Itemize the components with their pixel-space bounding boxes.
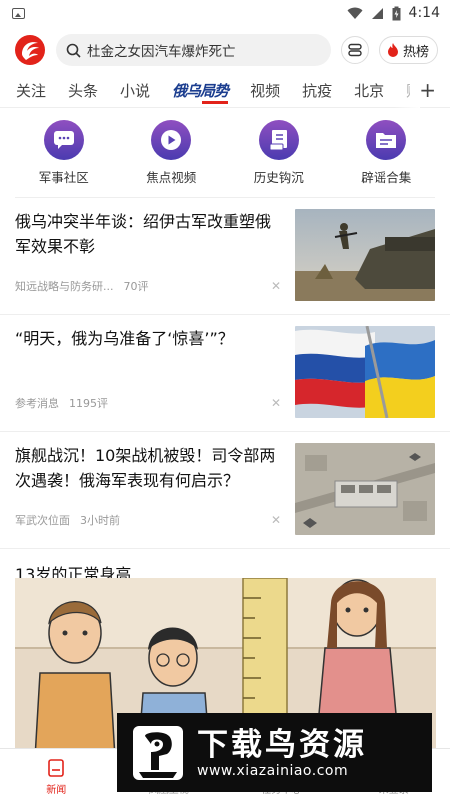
news-meta: 军武次位面 3小时前 ✕ (15, 512, 281, 528)
tab-follow[interactable]: 关注 (16, 80, 46, 101)
clock: 4:14 (408, 5, 440, 21)
news-icon (48, 759, 65, 777)
news-source: 知远战略与防务研... (15, 280, 114, 293)
hot-list-button[interactable]: 热榜 (378, 36, 438, 64)
news-comments: 70评 (123, 280, 149, 293)
news-item[interactable]: “明天，俄为乌准备了‘惊喜’”？ 参考消息 1195评 ✕ (0, 315, 450, 432)
search-input[interactable]: 杜金之女因汽车爆炸死亡 (56, 34, 331, 66)
chat-icon (43, 120, 84, 160)
status-bar: 4:14 (0, 0, 450, 26)
phoenix-logo-icon[interactable] (14, 34, 46, 66)
tab-video[interactable]: 视频 (250, 80, 280, 101)
dismiss-icon[interactable]: ✕ (271, 396, 281, 410)
tabs-fade (394, 72, 420, 108)
nav-news[interactable]: 新闻 (21, 758, 91, 796)
channel-label: 焦点视频 (146, 170, 197, 185)
search-icon (66, 43, 81, 58)
channel-shortcuts: 军事社区 焦点视频 历史钩沉 辟谣合集 (0, 120, 450, 186)
nav-label: 新闻 (46, 785, 67, 796)
scroll-icon (258, 120, 299, 160)
channel-history[interactable]: 历史钩沉 (239, 120, 319, 186)
battery-icon (392, 6, 401, 20)
watermark-banner: 下载鸟资源 www.xiazainiao.com (117, 713, 432, 792)
dismiss-icon[interactable]: ✕ (271, 513, 281, 527)
news-comments: 1195评 (69, 397, 108, 410)
flame-icon (387, 43, 398, 57)
hot-list-label: 热榜 (402, 44, 429, 60)
news-title[interactable]: “明天，俄为乌准备了‘惊喜’”？ (15, 326, 281, 351)
watermark-title: 下载鸟资源 (197, 726, 367, 763)
tab-covid[interactable]: 抗疫 (302, 80, 332, 101)
channel-focus-video[interactable]: 焦点视频 (131, 120, 211, 186)
top-bar: 杜金之女因汽车爆炸死亡 热榜 (0, 30, 450, 70)
wifi-icon (347, 7, 363, 19)
news-time: 3小时前 (80, 514, 120, 527)
news-thumbnail[interactable] (295, 443, 435, 535)
search-placeholder: 杜金之女因汽车爆炸死亡 (87, 44, 236, 60)
channel-military-community[interactable]: 军事社区 (24, 120, 104, 186)
channel-label: 军事社区 (38, 170, 89, 185)
news-thumbnail[interactable] (295, 326, 435, 418)
channel-label: 辟谣合集 (361, 170, 412, 185)
news-title[interactable]: 旗舰战沉！10架战机被毁！司令部两次遇袭！俄海军表现有何启示？ (15, 443, 281, 493)
watermark-url: www.xiazainiao.com (197, 762, 349, 779)
add-channel-icon[interactable]: + (419, 78, 436, 102)
tab-novels[interactable]: 小说 (120, 80, 150, 101)
tab-headlines[interactable]: 头条 (68, 80, 98, 101)
gallery-notification-icon (12, 7, 25, 19)
news-meta: 参考消息 1195评 ✕ (15, 395, 281, 411)
layers-icon (348, 43, 362, 57)
channel-rumor-debunk[interactable]: 辟谣合集 (346, 120, 426, 186)
news-source: 参考消息 (15, 397, 59, 410)
folder-icon (366, 120, 407, 160)
news-item[interactable]: 旗舰战沉！10架战机被毁！司令部两次遇袭！俄海军表现有何启示？ 军武次位面 3小… (0, 432, 450, 549)
news-thumbnail[interactable] (295, 209, 435, 301)
menu-toggle-button[interactable] (340, 36, 369, 64)
signal-icon (371, 7, 383, 19)
play-icon (151, 120, 192, 160)
news-meta: 知远战略与防务研... 70评 ✕ (15, 278, 281, 294)
tab-beijing[interactable]: 北京 (354, 80, 384, 101)
channel-label: 历史钩沉 (253, 170, 304, 185)
tab-russia-ukraine[interactable]: 俄乌局势 (172, 80, 229, 104)
news-title[interactable]: 俄乌冲突半年谈：绍伊古军改重塑俄军效果不彰 (15, 209, 281, 259)
bird-logo-icon (133, 725, 183, 780)
dismiss-icon[interactable]: ✕ (271, 279, 281, 293)
news-source: 军武次位面 (15, 514, 70, 527)
news-item[interactable]: 俄乌冲突半年谈：绍伊古军改重塑俄军效果不彰 知远战略与防务研... 70评 ✕ (0, 198, 450, 315)
channel-tabs: 关注 头条 小说 俄乌局势 视频 抗疫 北京 财 + (0, 72, 450, 108)
